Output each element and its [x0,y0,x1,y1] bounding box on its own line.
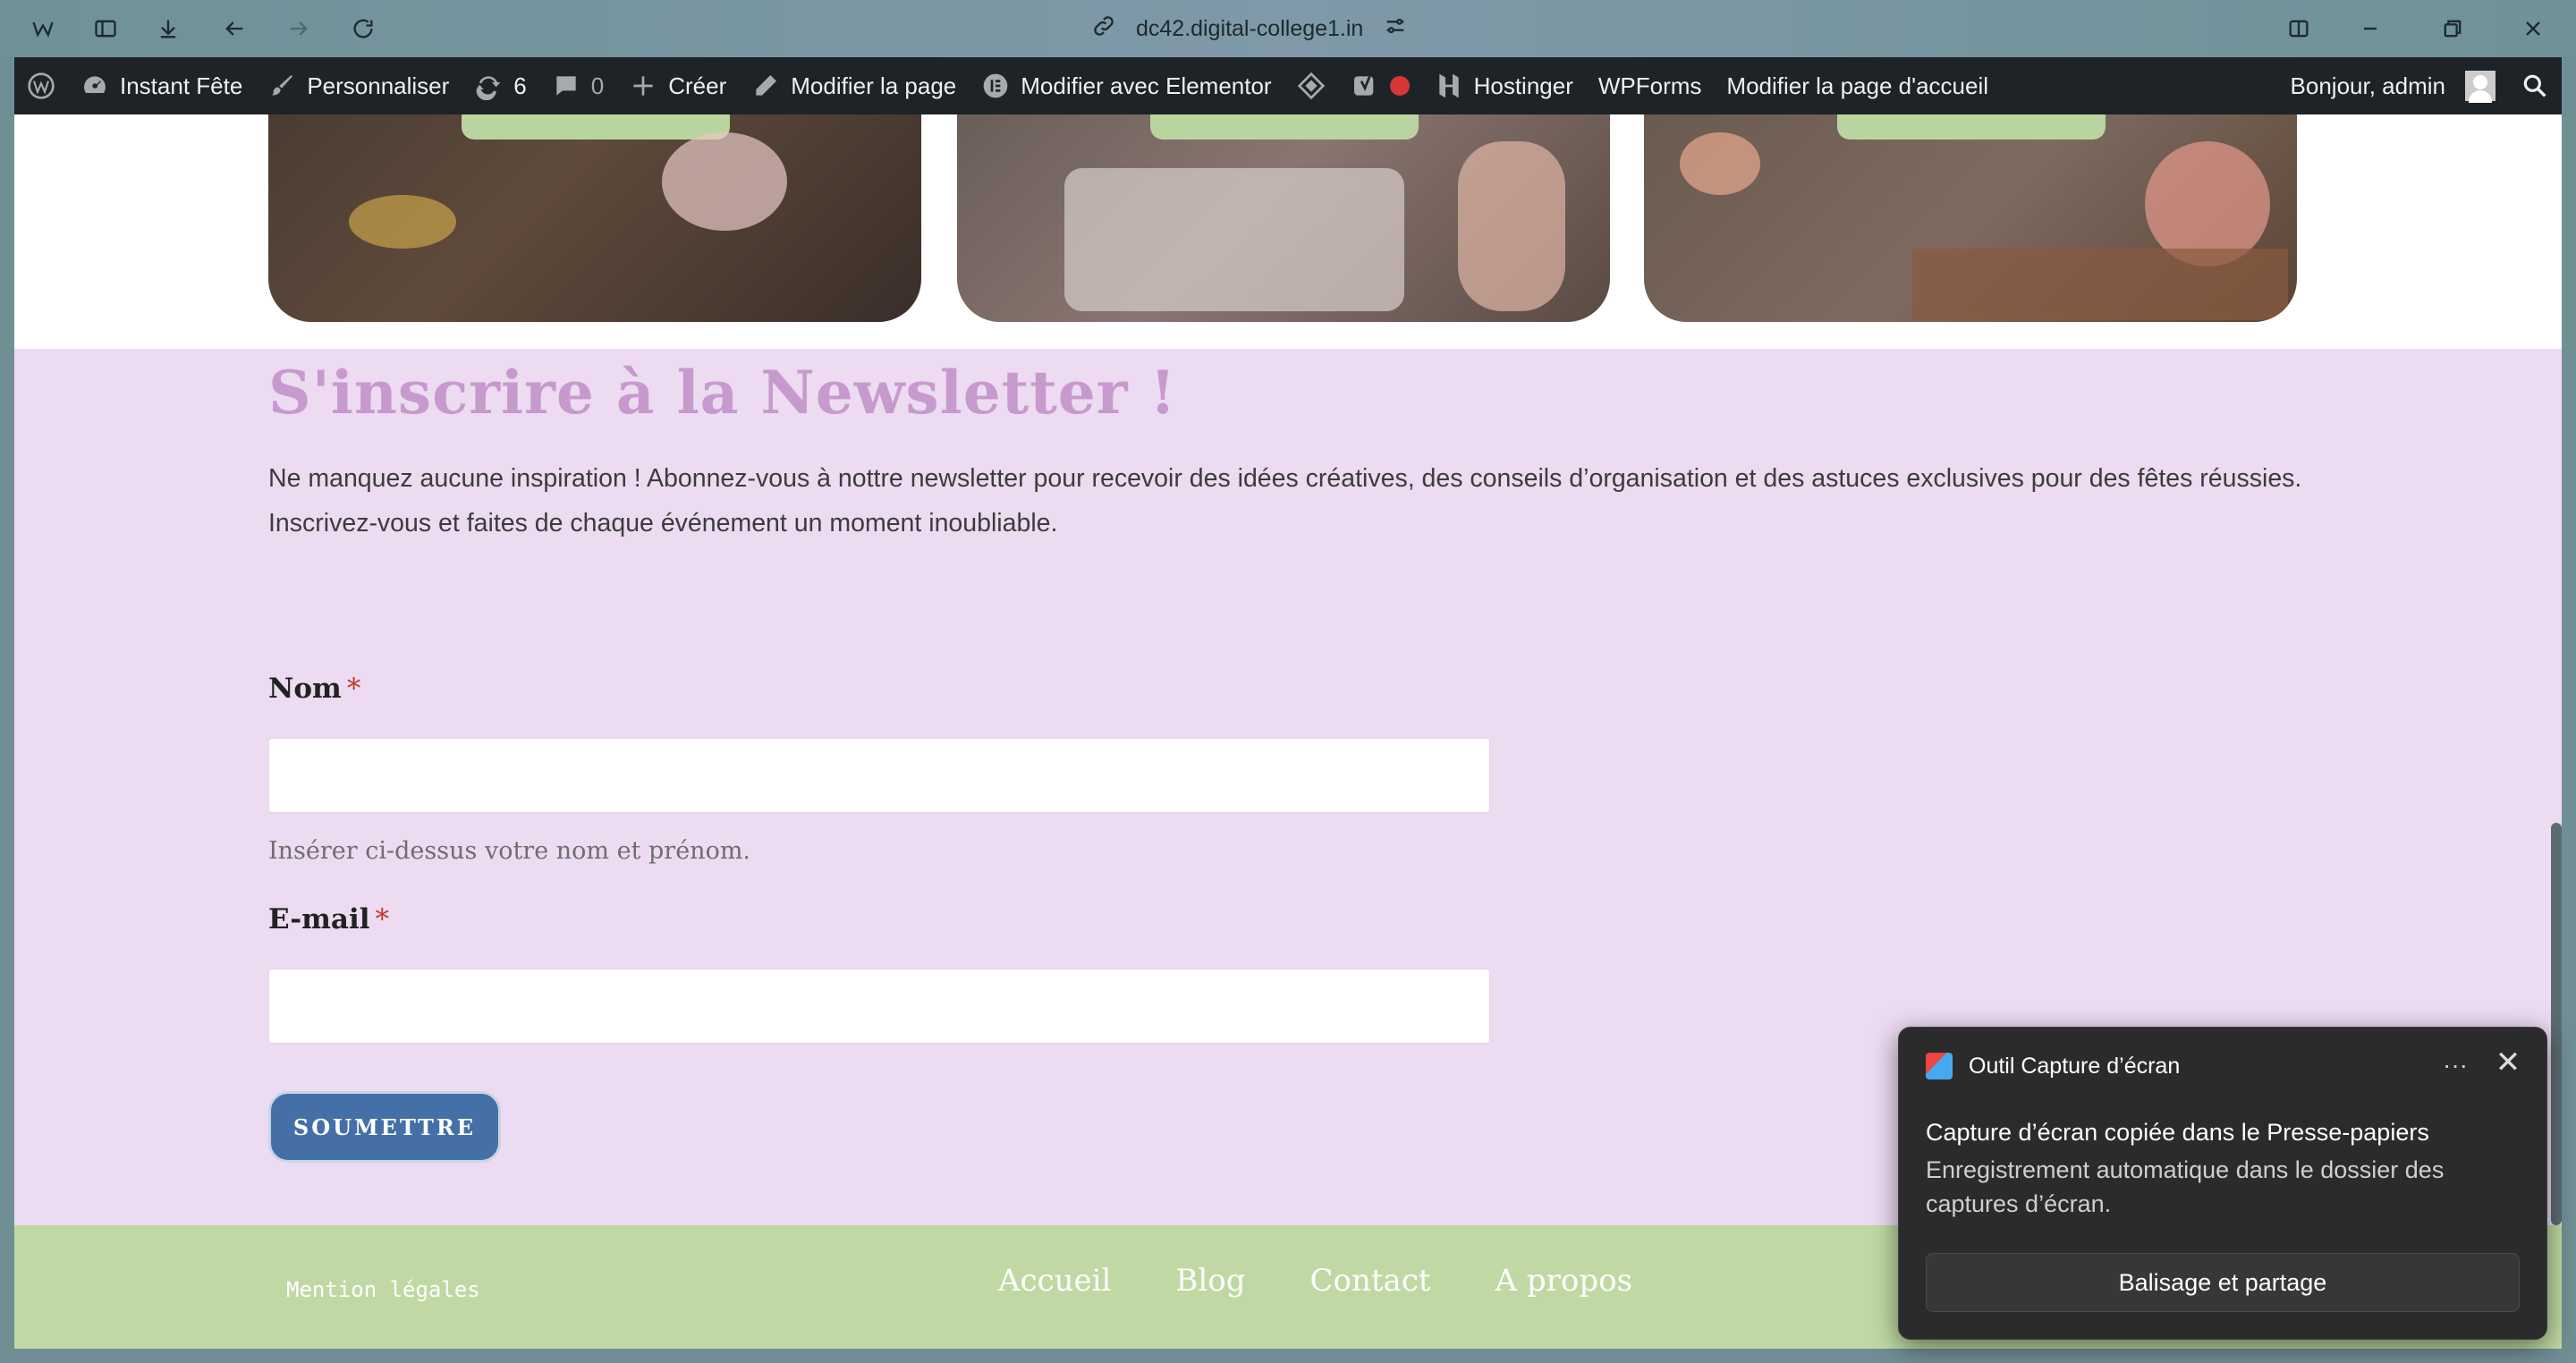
snipping-tool-icon [1926,1053,1953,1079]
minimize-icon[interactable] [2354,13,2386,45]
tablecloth-shape [1064,168,1404,311]
address-bar[interactable]: dc42.digital-college1.in [1091,9,1408,48]
browser-toolbar: dc42.digital-college1.in [0,0,2576,57]
comments-link[interactable]: 0 [539,57,616,114]
download-icon[interactable] [152,13,184,45]
yoast-seo-link[interactable] [1338,57,1422,114]
required-marker: * [375,903,390,935]
close-window-icon[interactable] [2517,13,2549,45]
screenshot-notification[interactable]: Outil Capture d’écran ··· ✕ Capture d’éc… [1898,1027,2547,1340]
wordpress-icon [28,72,55,99]
updates-link[interactable]: 6 [462,57,538,114]
name-label: Nom * [268,673,361,705]
site-name-menu[interactable]: Instant Fête [68,57,255,114]
plus-icon [633,76,653,96]
card-tab[interactable] [1837,114,2106,140]
sidebar-toggle-icon[interactable] [89,13,122,45]
brush-icon [272,75,293,96]
url-text: dc42.digital-college1.in [1136,15,1364,41]
elementor-icon [983,73,1008,98]
more-options-icon[interactable]: ··· [2443,1051,2468,1079]
required-marker: * [346,673,361,705]
wp-admin-bar: Instant Fête Personnaliser 6 0 Créer Mod… [14,57,2562,114]
hostinger-icon [1438,73,1459,98]
card-tab[interactable] [462,114,730,140]
edit-home-link[interactable]: Modifier la page d'accueil [1714,57,2001,114]
markup-share-button[interactable]: Balisage et partage [1926,1253,2520,1312]
reload-icon[interactable] [347,13,379,45]
footer-nav: Accueil Blog Contact A propos [998,1263,1632,1299]
name-hint: Insérer ci-dessus votre nom et prénom. [268,837,751,865]
balloon-number-shape [1458,141,1565,311]
yoast-icon [1353,75,1373,96]
email-label: E-mail * [268,903,390,935]
diamond-plugin-link[interactable] [1284,57,1338,114]
gallery-card-balloons[interactable] [1644,114,2297,322]
footer-nav-home[interactable]: Accueil [998,1263,1111,1299]
notification-app-name: Outil Capture d’écran [1969,1053,2181,1079]
floor-shape [1912,249,2288,320]
close-icon[interactable]: ✕ [2493,1047,2523,1078]
footer-nav-contact[interactable]: Contact [1310,1263,1431,1299]
site-name: Instant Fête [120,72,243,99]
gallery-card-table[interactable] [268,114,921,322]
name-field[interactable] [268,738,1490,813]
comment-icon [556,76,576,96]
wordpress-logo[interactable] [14,57,68,114]
edit-elementor-link[interactable]: Modifier avec Elementor [969,57,1284,114]
submit-button[interactable]: SOUMETTRE [268,1091,501,1163]
notification-title: Capture d’écran copiée dans le Presse-pa… [1926,1119,2429,1146]
gallery-cards [14,114,2562,349]
card-tab[interactable] [1150,114,1419,140]
customize-link[interactable]: Personnaliser [255,57,462,114]
balloon-cluster-shape [2145,141,2270,267]
hostinger-link[interactable]: Hostinger [1422,57,1586,114]
search-icon [2523,74,2546,97]
forward-icon[interactable] [283,13,315,45]
browser-logo-icon[interactable] [27,13,59,45]
avatar [2465,71,2496,103]
site-settings-icon[interactable] [1383,13,1408,45]
wpforms-link[interactable]: WPForms [1586,57,1715,114]
dashboard-icon [84,76,106,93]
search-button[interactable] [2508,57,2562,114]
flowers-shape [662,132,787,231]
diamond-icon [1297,72,1325,100]
seo-status-dot [1389,76,1410,96]
footer-nav-about[interactable]: A propos [1496,1263,1633,1299]
scrollbar-thumb[interactable] [2551,823,2562,1225]
link-icon [1091,13,1116,45]
notification-header: Outil Capture d’écran [1926,1053,2180,1079]
back-icon[interactable] [218,13,250,45]
new-content-menu[interactable]: Créer [616,57,739,114]
edit-page-link[interactable]: Modifier la page [739,57,969,114]
fruit-basket-shape [349,195,456,249]
footer-nav-blog[interactable]: Blog [1175,1263,1245,1299]
gallery-card-birthday[interactable] [957,114,1610,322]
legal-mentions-link[interactable]: Mention légales [286,1277,480,1302]
flower-deco-shape [1680,132,1760,195]
updates-icon [476,76,501,100]
account-menu[interactable]: Bonjour, admin [2278,57,2508,114]
pencil-icon [756,75,777,96]
notification-body: Enregistrement automatique dans le dossi… [1926,1156,2445,1217]
email-field[interactable] [268,969,1490,1044]
newsletter-title: S'inscrire à la Newsletter ! [268,358,1177,428]
restore-icon[interactable] [2436,13,2469,45]
split-view-icon[interactable] [2283,13,2315,45]
newsletter-description: Ne manquez aucune inspiration ! Abonnez-… [268,464,2302,538]
